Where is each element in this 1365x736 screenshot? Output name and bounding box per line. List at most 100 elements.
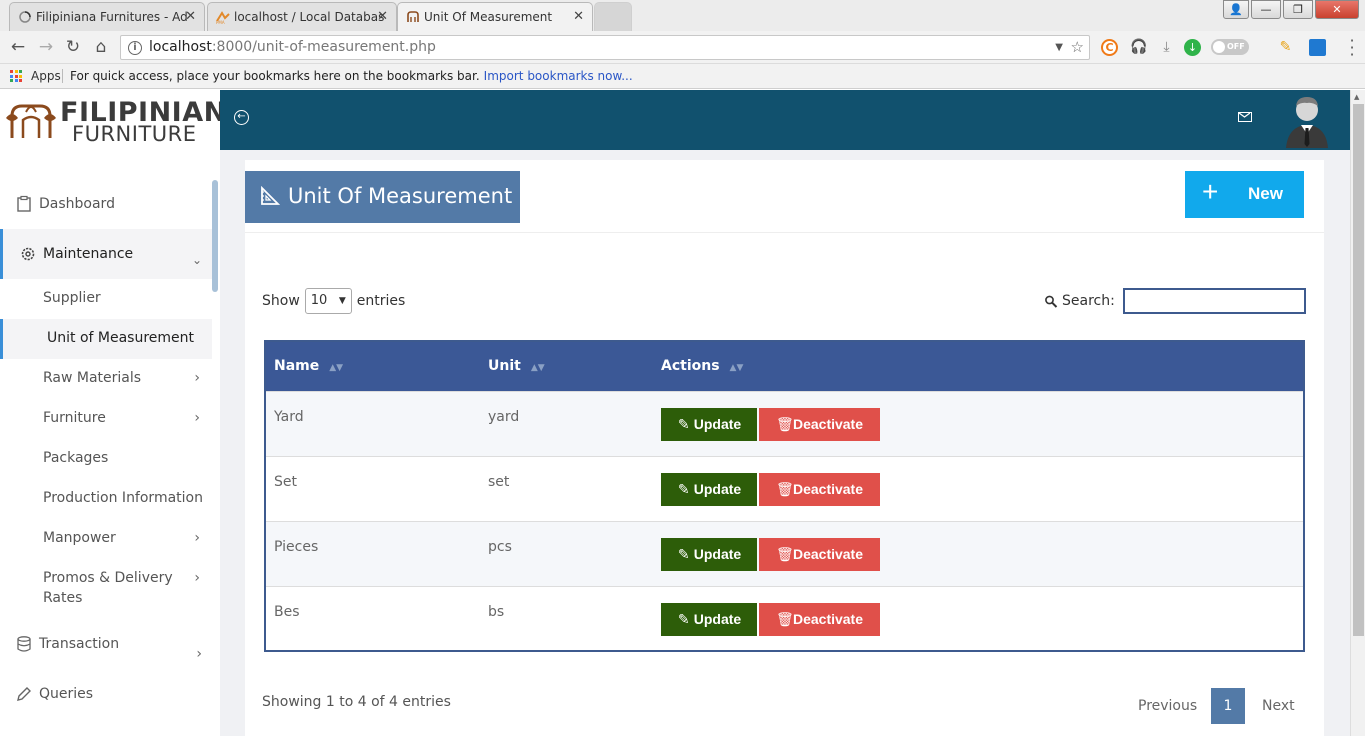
browser-tab-phpmyadmin[interactable]: PMA localhost / Local Databas ✕ [207, 2, 397, 31]
sidebar-item-production-information[interactable]: Production Information [0, 479, 212, 519]
sidebar-item-supplier[interactable]: Supplier [0, 279, 212, 319]
sidebar-item-unit-of-measurement[interactable]: Unit of Measurement [0, 319, 212, 359]
browser-tab-strip: Filipiniana Furnitures - Ad ✕ PMA localh… [0, 0, 1365, 31]
pagination-page-1[interactable]: 1 [1211, 688, 1245, 724]
edit-icon: ✎ [677, 545, 690, 562]
close-icon[interactable]: ✕ [185, 9, 196, 24]
brand-logo[interactable]: FILIPINIANA FURNITURE [4, 96, 248, 146]
home-icon[interactable]: ⌂ [91, 37, 111, 57]
column-header-label: Name [274, 358, 320, 375]
new-tab-button[interactable] [594, 2, 632, 31]
download-green-icon[interactable]: ↓ [1184, 39, 1201, 56]
cell-name: Yard [274, 408, 304, 425]
page-title: Unit Of Measurement [245, 171, 520, 223]
sidebar-item-raw-materials[interactable]: Raw Materials › [0, 359, 212, 399]
sidebar: FILIPINIANA FURNITURE Dashboard Maintena… [0, 90, 248, 736]
user-profile-icon[interactable]: 👤 [1223, 0, 1249, 19]
update-button-label: Update [693, 415, 742, 432]
sidebar-item-packages[interactable]: Packages [0, 439, 212, 479]
chevron-right-icon: › [194, 370, 200, 386]
bookmarks-divider [62, 69, 63, 83]
cell-name: Set [274, 473, 297, 490]
maximize-icon[interactable]: ❐ [1283, 0, 1313, 19]
edit-icon: ✎ [677, 415, 690, 432]
pagination-previous[interactable]: Previous [1138, 688, 1197, 724]
page-scrollbar[interactable]: ▲ [1350, 90, 1365, 736]
table-row: Pieces pcs ✎ Update 🗑Deactivate [265, 521, 1304, 586]
sidebar-item-label: Maintenance [43, 246, 134, 262]
browser-menu-icon[interactable]: · · · [1347, 33, 1357, 63]
collapse-sidebar-icon[interactable]: ← [234, 110, 249, 125]
cell-unit: set [488, 473, 510, 490]
ruler-triangle-icon [261, 186, 280, 205]
new-unit-button[interactable]: + New [1185, 171, 1304, 218]
extension-toggle[interactable]: OFF [1211, 39, 1249, 55]
edit-icon: ✎ [677, 610, 690, 627]
phpmyadmin-icon: PMA [216, 11, 230, 24]
minimize-icon[interactable]: — [1251, 0, 1281, 19]
blue-square-extension-icon[interactable] [1309, 39, 1326, 56]
apps-grid-icon[interactable] [10, 70, 22, 82]
toggle-label: OFF [1227, 42, 1245, 51]
cell-actions: ✎ Update 🗑Deactivate [653, 456, 1304, 521]
reload-icon[interactable]: ↻ [63, 37, 83, 57]
sidebar-item-manpower[interactable]: Manpower › [0, 519, 212, 559]
column-header-actions[interactable]: Actions ▲▼ [653, 341, 1304, 391]
deactivate-button[interactable]: 🗑Deactivate [759, 407, 880, 441]
window-controls: 👤 — ❐ ✕ [1223, 0, 1359, 19]
scroll-up-arrow-icon[interactable]: ▲ [1354, 93, 1359, 101]
column-header-name[interactable]: Name ▲▼ [265, 341, 480, 391]
column-header-unit[interactable]: Unit ▲▼ [480, 341, 653, 391]
entries-per-page-select[interactable]: 10 ▼ [304, 288, 352, 314]
extension-c-icon[interactable]: C [1101, 39, 1118, 56]
sidebar-item-queries[interactable]: Queries [0, 674, 212, 714]
table-search: Search: [1044, 288, 1306, 314]
spinner-icon [19, 11, 31, 23]
mail-icon[interactable] [1238, 112, 1252, 122]
deactivate-button[interactable]: 🗑Deactivate [759, 602, 880, 636]
deactivate-button[interactable]: 🗑Deactivate [759, 537, 880, 571]
bookmark-star-icon[interactable]: ☆ [1071, 36, 1084, 59]
back-arrow-icon[interactable]: ← [8, 37, 28, 57]
sort-icon: ▲▼ [729, 363, 744, 374]
browser-tab-admin[interactable]: Filipiniana Furnitures - Ad ✕ [9, 2, 205, 31]
furniture-logo-icon [407, 11, 419, 22]
chevron-right-icon: › [196, 646, 202, 662]
sidebar-item-furniture[interactable]: Furniture › [0, 399, 212, 439]
update-button[interactable]: ✎ Update [661, 537, 757, 571]
apps-shortcut[interactable]: Apps [31, 64, 61, 88]
sidebar-item-label: Raw Materials [43, 370, 142, 386]
browser-tab-uom[interactable]: Unit Of Measurement ✕ [397, 2, 593, 31]
update-button[interactable]: ✎ Update [661, 602, 757, 636]
deactivate-button-label: Deactivate [792, 415, 864, 432]
sidebar-item-transaction[interactable]: Transaction › [0, 624, 212, 664]
new-button-label: New [1248, 184, 1283, 203]
deactivate-button[interactable]: 🗑Deactivate [759, 472, 880, 506]
import-bookmarks-link[interactable]: Import bookmarks now... [484, 69, 633, 83]
dropdown-arrow-icon[interactable]: ▼ [1055, 36, 1063, 59]
clipboard-icon [17, 195, 31, 212]
search-input[interactable] [1122, 288, 1306, 314]
sidebar-item-maintenance[interactable]: Maintenance ⌄ [0, 229, 212, 279]
download-tray-icon[interactable]: ⤓ [1158, 39, 1175, 56]
close-window-icon[interactable]: ✕ [1315, 0, 1359, 19]
sidebar-item-dashboard[interactable]: Dashboard [0, 184, 212, 224]
scrollbar-thumb[interactable] [1353, 104, 1364, 636]
user-avatar[interactable] [1284, 94, 1330, 148]
close-icon[interactable]: ✕ [573, 9, 584, 24]
deactivate-button-label: Deactivate [792, 480, 864, 497]
close-icon[interactable]: ✕ [377, 9, 388, 24]
update-button[interactable]: ✎ Update [661, 407, 757, 441]
chevron-right-icon: › [194, 530, 200, 546]
sidebar-item-label: Promos & Delivery [43, 570, 173, 586]
headphones-icon[interactable]: 🎧 [1130, 39, 1147, 56]
update-button[interactable]: ✎ Update [661, 472, 757, 506]
address-bar[interactable]: i localhost:8000/unit-of-measurement.php… [120, 35, 1090, 60]
sidebar-scrollbar[interactable] [212, 180, 218, 292]
info-icon[interactable]: i [128, 41, 142, 55]
sidebar-item-promos-delivery-rates[interactable]: Promos & Delivery Rates › [0, 559, 212, 619]
pagination-next[interactable]: Next [1262, 688, 1295, 724]
forward-arrow-icon[interactable]: → [36, 37, 56, 57]
cell-unit: pcs [488, 538, 512, 555]
pencil-extension-icon[interactable]: ✎ [1277, 39, 1294, 56]
